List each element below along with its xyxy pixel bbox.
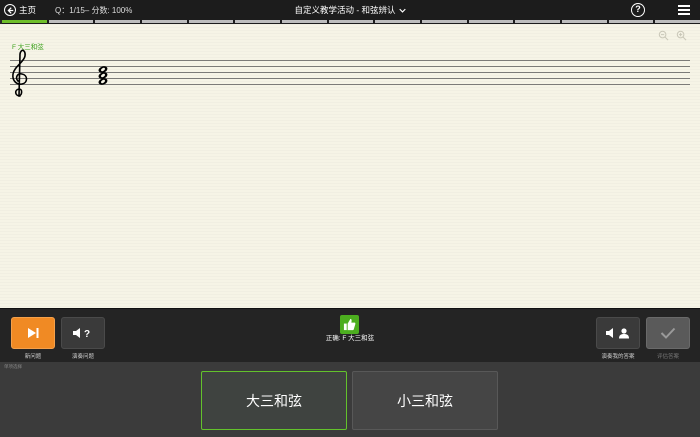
- progress-segment: [655, 20, 700, 23]
- progress-segment: [562, 20, 607, 23]
- progress-segment: [375, 20, 421, 23]
- check-answer-button[interactable]: [646, 317, 690, 349]
- menu-icon[interactable]: [678, 5, 690, 15]
- progress-segment: [2, 20, 47, 23]
- progress-segment: [422, 20, 467, 23]
- answer-panel: 单项选择 大三和弦 小三和弦: [0, 362, 700, 437]
- treble-clef-icon: [12, 49, 28, 97]
- home-label: 主页: [19, 5, 37, 15]
- progress-segment: [328, 20, 374, 23]
- home-button[interactable]: 主页: [4, 3, 36, 17]
- checkmark-icon: [660, 327, 676, 339]
- chevron-down-icon: [398, 8, 406, 13]
- progress-segment: [235, 20, 281, 23]
- answer-section-label: 单项选择: [4, 364, 22, 369]
- progress-segment: [608, 20, 654, 23]
- feedback-text: 正确: F 大三和弦: [325, 335, 375, 342]
- answer-option-minor[interactable]: 小三和弦: [352, 371, 498, 430]
- score-area: F 大三和弦: [0, 24, 700, 308]
- quiz-status: Q：1/15– 分数: 100%: [55, 6, 133, 15]
- activity-title-dropdown[interactable]: 自定义教学活动 - 和弦辨认: [294, 4, 406, 16]
- activity-title: 自定义教学活动 - 和弦辨认: [294, 5, 396, 15]
- progress-segment: [282, 20, 327, 23]
- progress-segment: [515, 20, 561, 23]
- music-staff: [10, 49, 690, 97]
- top-bar: 主页 Q：1/15– 分数: 100% 自定义教学活动 - 和弦辨认 ?: [0, 0, 700, 20]
- help-button[interactable]: ?: [631, 3, 645, 17]
- progress-segment: [142, 20, 187, 23]
- progress-segment: [468, 20, 514, 23]
- play-my-answer-button[interactable]: [596, 317, 640, 349]
- speaker-person-icon: [606, 328, 629, 339]
- progress-segment: [188, 20, 234, 23]
- app-window: 主页 Q：1/15– 分数: 100% 自定义教学活动 - 和弦辨认 ? F 大…: [0, 0, 700, 437]
- progress-segment: [95, 20, 141, 23]
- check-answer-label: 评估答案: [656, 354, 679, 360]
- play-question-label: 演奏问题: [71, 354, 94, 360]
- progress-segment: [48, 20, 94, 23]
- back-arrow-icon: [4, 4, 16, 16]
- answer-option-major[interactable]: 大三和弦: [201, 371, 347, 430]
